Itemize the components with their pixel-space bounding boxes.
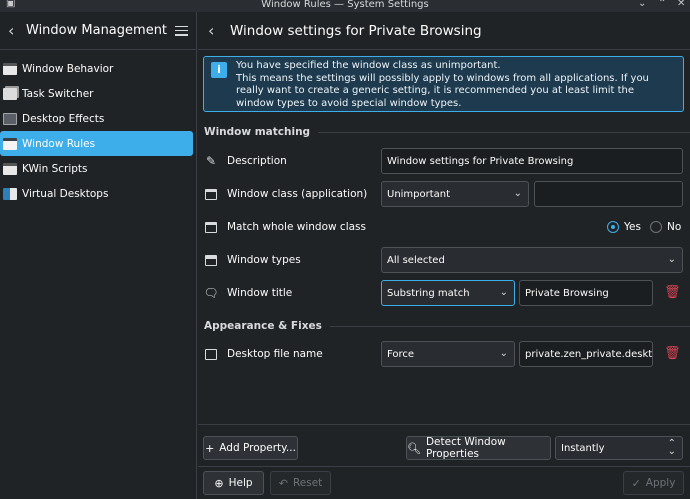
button-label: Reset: [292, 477, 323, 489]
reset-button[interactable]: ↶ Reset: [270, 471, 331, 495]
footer-divider: [198, 466, 690, 467]
window-behavior-icon: [3, 62, 17, 75]
window-title-input[interactable]: Private Browsing: [519, 280, 653, 306]
sidebar: ‹ Window Management Window Behavior Task…: [0, 12, 197, 499]
checkmark-icon: ✓: [631, 476, 641, 490]
sidebar-list: Window Behavior Task Switcher Desktop Ef…: [0, 50, 196, 206]
back-arrow-icon[interactable]: ‹: [8, 21, 22, 40]
search-icon: 🔍︎: [407, 441, 421, 455]
window-title-policy-select[interactable]: Substring match ⌄: [381, 280, 515, 306]
window-title: Window Rules — System Settings: [261, 0, 429, 10]
row-label: Window title: [227, 287, 293, 299]
close-icon[interactable]: ✕: [677, 0, 685, 9]
sidebar-item-kwin-scripts[interactable]: KWin Scripts: [0, 156, 193, 181]
sidebar-item-label: Virtual Desktops: [22, 187, 109, 200]
sidebar-item-label: Desktop Effects: [22, 112, 105, 125]
info-line-2: This means the settings will possibly ap…: [236, 72, 649, 109]
section-window-matching: Window matching: [204, 126, 690, 138]
select-value: Force: [387, 348, 415, 360]
radio-yes[interactable]: Yes: [607, 221, 641, 233]
button-label: Detect Window Properties: [425, 436, 506, 460]
radio-label: Yes: [624, 221, 641, 233]
detect-window-properties-button[interactable]: 🔍︎ Detect Window Properties: [406, 436, 551, 460]
detect-delay-spinbox[interactable]: Instantly ⌃ ⌄: [555, 436, 683, 460]
virtual-desktops-icon: [3, 187, 17, 200]
window-types-select[interactable]: All selected ⌄: [381, 247, 683, 273]
footer-divider: [198, 424, 690, 425]
sidebar-item-label: Task Switcher: [22, 87, 94, 100]
trash-icon[interactable]: 🗑: [664, 286, 681, 300]
row-label: Desktop file name: [227, 348, 323, 360]
sidebar-item-label: KWin Scripts: [22, 162, 88, 175]
description-input[interactable]: Window settings for Private Browsing: [381, 148, 683, 174]
help-button[interactable]: ⊕ Help: [203, 471, 264, 495]
button-label: Add Property...: [219, 442, 296, 454]
sidebar-title: Window Management: [26, 23, 168, 38]
row-label: Window types: [227, 254, 301, 266]
window-icon: [204, 187, 218, 201]
section-appearance-fixes: Appearance & Fixes: [204, 320, 690, 332]
desktop-file-policy-select[interactable]: Force ⌄: [381, 341, 515, 367]
chevron-down-icon: ⌄: [513, 188, 522, 199]
speech-bubble-icon: 🗨: [203, 286, 219, 300]
chevron-down-icon: ⌄: [667, 254, 676, 265]
row-label: Match whole window class: [227, 221, 366, 233]
spin-arrows-icon: ⌃ ⌄: [667, 438, 676, 457]
sidebar-item-label: Window Rules: [22, 137, 96, 150]
pencil-icon: ✎: [205, 154, 217, 168]
sidebar-item-window-behavior[interactable]: Window Behavior: [0, 56, 193, 81]
plus-icon: +: [205, 441, 215, 455]
sidebar-item-label: Window Behavior: [22, 62, 114, 75]
window-titlebar: ▣ Window Rules — System Settings ⌄ ⌃ ✕: [0, 0, 690, 12]
select-value: Substring match: [387, 287, 470, 299]
window-class-input[interactable]: [534, 181, 683, 207]
window-icon: [204, 220, 218, 234]
desktop-file-icon: [204, 347, 218, 361]
maximize-icon[interactable]: ⌃: [658, 0, 666, 9]
radio-label: No: [667, 221, 682, 233]
window-types-icon: [204, 253, 218, 267]
hamburger-menu-icon[interactable]: [175, 25, 188, 36]
select-value: All selected: [387, 254, 445, 266]
desktop-file-input[interactable]: private.zen_private.desktop: [519, 341, 653, 367]
trash-icon[interactable]: 🗑: [664, 347, 681, 361]
sidebar-item-virtual-desktops[interactable]: Virtual Desktops: [0, 181, 193, 206]
radio-button-unchecked: [650, 221, 662, 233]
desktop-effects-icon: [3, 112, 17, 125]
kwin-scripts-icon: [3, 162, 17, 175]
section-title: Window matching: [204, 126, 311, 138]
select-value: Unimportant: [387, 188, 451, 200]
back-arrow-icon[interactable]: ‹: [208, 21, 230, 40]
section-title: Appearance & Fixes: [204, 320, 322, 332]
task-switcher-icon: [3, 87, 17, 100]
button-label: Help: [228, 477, 253, 489]
info-line-1: You have specified the window class as u…: [236, 60, 501, 71]
info-icon: i: [211, 62, 227, 78]
main-header: ‹ Window settings for Private Browsing: [198, 12, 690, 50]
add-property-button[interactable]: + Add Property...: [203, 436, 298, 460]
row-label: Window class (application): [227, 188, 368, 200]
sidebar-item-task-switcher[interactable]: Task Switcher: [0, 81, 193, 106]
page-title: Window settings for Private Browsing: [230, 22, 482, 39]
window-rules-icon: [3, 137, 17, 150]
reset-icon: ↶: [278, 476, 288, 490]
apply-button[interactable]: ✓ Apply: [623, 471, 684, 495]
radio-button-checked: [607, 221, 619, 233]
chevron-down-icon: ⌄: [499, 348, 508, 359]
info-message: i You have specified the window class as…: [203, 56, 684, 112]
window-class-policy-select[interactable]: Unimportant ⌄: [381, 181, 529, 207]
sidebar-item-desktop-effects[interactable]: Desktop Effects: [0, 106, 193, 131]
sidebar-item-window-rules[interactable]: Window Rules: [0, 131, 193, 156]
select-value: Instantly: [561, 442, 605, 454]
radio-no[interactable]: No: [650, 221, 681, 233]
sidebar-header: ‹ Window Management: [0, 12, 196, 50]
button-label: Apply: [645, 477, 676, 489]
row-label: Description: [227, 155, 287, 167]
chevron-down-icon: ⌄: [499, 287, 508, 298]
minimize-icon[interactable]: ⌄: [638, 0, 646, 9]
main-panel: ‹ Window settings for Private Browsing i…: [198, 12, 690, 499]
help-icon: ⊕: [214, 476, 224, 490]
